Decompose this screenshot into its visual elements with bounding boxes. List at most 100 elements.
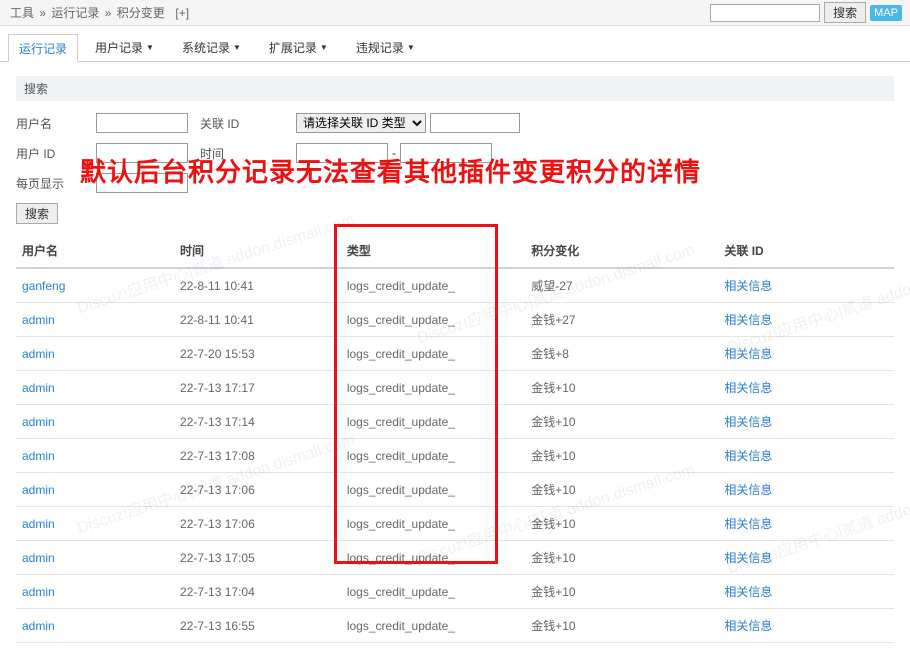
table-row: admin22-7-13 17:04logs_credit_update_金钱+…	[16, 575, 894, 609]
result-table: 用户名 时间 类型 积分变化 关联 ID ganfeng 22-8-11 10:4…	[16, 234, 894, 643]
breadcrumb-p3[interactable]: 积分变更	[117, 6, 165, 20]
col-time: 时间	[174, 234, 341, 268]
cell-type: logs_credit_update_	[341, 439, 525, 473]
cell-time: 22-8-11 10:41	[174, 268, 341, 303]
cell-time: 22-7-13 17:04	[174, 575, 341, 609]
topbar: 工具 » 运行记录 » 积分变更 [+] 搜索 MAP	[0, 0, 910, 26]
related-link[interactable]: 相关信息	[724, 483, 772, 497]
cell-time: 22-8-11 10:41	[174, 303, 341, 337]
col-relid: 关联 ID	[718, 234, 894, 268]
cell-time: 22-7-13 17:06	[174, 473, 341, 507]
nav-tabs: 运行记录用户记录▼系统记录▼扩展记录▼违规记录▼	[0, 26, 910, 62]
label-username: 用户名	[16, 115, 96, 132]
tab-2[interactable]: 系统记录▼	[171, 34, 252, 61]
cell-change: 金钱+27	[525, 303, 718, 337]
tab-label: 系统记录	[182, 39, 230, 56]
filter-search-button[interactable]: 搜索	[16, 203, 58, 224]
related-link[interactable]: 相关信息	[724, 279, 772, 293]
table-row: admin 22-7-13 17:06logs_credit_update_金钱+…	[16, 507, 894, 541]
chevron-down-icon: ▼	[233, 43, 241, 52]
col-change: 积分变化	[525, 234, 718, 268]
cell-change: 金钱+8	[525, 337, 718, 371]
label-relid: 关联 ID	[200, 115, 260, 132]
tab-0[interactable]: 运行记录	[8, 34, 78, 62]
cell-type: logs_credit_update_	[341, 303, 525, 337]
col-username: 用户名	[16, 234, 174, 268]
cell-change: 金钱+10	[525, 575, 718, 609]
cell-change: 金钱+10	[525, 439, 718, 473]
cell-time: 22-7-13 17:17	[174, 371, 341, 405]
table-row: admin22-7-13 16:55logs_credit_update_金钱+…	[16, 609, 894, 643]
breadcrumb-plus[interactable]: [+]	[175, 6, 189, 20]
table-row: admin 22-7-20 15:53logs_credit_update_金钱+…	[16, 337, 894, 371]
cell-type: logs_credit_update_	[341, 473, 525, 507]
col-type: 类型	[341, 234, 525, 268]
cell-type: logs_credit_update_	[341, 507, 525, 541]
cell-change: 金钱+10	[525, 371, 718, 405]
related-link[interactable]: 相关信息	[724, 585, 772, 599]
section-search-header: 搜索	[16, 76, 894, 101]
annotation-text: 默认后台积分记录无法查看其他插件变更积分的详情	[80, 152, 701, 189]
cell-type: logs_credit_update_	[341, 268, 525, 303]
global-search-button[interactable]: 搜索	[824, 2, 866, 23]
topbar-right: 搜索 MAP	[710, 2, 902, 23]
cell-username[interactable]: admin	[22, 483, 55, 497]
breadcrumb: 工具 » 运行记录 » 积分变更 [+]	[8, 4, 191, 21]
cell-type: logs_credit_update_	[341, 405, 525, 439]
cell-username[interactable]: admin	[22, 415, 55, 429]
tab-label: 运行记录	[19, 40, 67, 57]
cell-change: 威望-27	[525, 268, 718, 303]
table-row: admin 22-7-13 17:05logs_credit_update_金钱+…	[16, 541, 894, 575]
cell-time: 22-7-13 17:08	[174, 439, 341, 473]
cell-username[interactable]: admin	[22, 551, 55, 565]
cell-username[interactable]: ganfeng	[22, 279, 65, 293]
cell-username[interactable]: admin	[22, 517, 55, 531]
input-relid[interactable]	[430, 113, 520, 133]
cell-time: 22-7-13 17:14	[174, 405, 341, 439]
cell-username[interactable]: admin	[22, 381, 55, 395]
related-link[interactable]: 相关信息	[724, 449, 772, 463]
tab-4[interactable]: 违规记录▼	[345, 34, 426, 61]
cell-username[interactable]: admin	[22, 449, 55, 463]
cell-username[interactable]: admin	[22, 585, 55, 599]
related-link[interactable]: 相关信息	[724, 415, 772, 429]
cell-username[interactable]: admin	[22, 347, 55, 361]
tab-3[interactable]: 扩展记录▼	[258, 34, 339, 61]
cell-type: logs_credit_update_	[341, 371, 525, 405]
table-row: admin 22-8-11 10:41logs_credit_update_金钱+…	[16, 303, 894, 337]
related-link[interactable]: 相关信息	[724, 619, 772, 633]
map-tag[interactable]: MAP	[870, 5, 902, 21]
related-link[interactable]: 相关信息	[724, 347, 772, 361]
table-row: admin 22-7-13 17:14logs_credit_update_金钱+…	[16, 405, 894, 439]
cell-time: 22-7-20 15:53	[174, 337, 341, 371]
global-search-input[interactable]	[710, 4, 820, 22]
cell-time: 22-7-13 17:05	[174, 541, 341, 575]
cell-change: 金钱+10	[525, 473, 718, 507]
related-link[interactable]: 相关信息	[724, 551, 772, 565]
cell-username[interactable]: admin	[22, 313, 55, 327]
tab-label: 扩展记录	[269, 39, 317, 56]
chevron-down-icon: ▼	[320, 43, 328, 52]
table-row: admin 22-7-13 17:06logs_credit_update_金钱+…	[16, 473, 894, 507]
cell-username[interactable]: admin	[22, 619, 55, 633]
tab-label: 用户记录	[95, 39, 143, 56]
select-reltype[interactable]: 请选择关联 ID 类型 ▼	[296, 113, 426, 133]
cell-change: 金钱+10	[525, 507, 718, 541]
cell-change: 金钱+10	[525, 541, 718, 575]
breadcrumb-p1[interactable]: 工具	[10, 6, 34, 20]
cell-time: 22-7-13 16:55	[174, 609, 341, 643]
table-row: admin 22-7-13 17:08logs_credit_update_金钱+…	[16, 439, 894, 473]
related-link[interactable]: 相关信息	[724, 313, 772, 327]
related-link[interactable]: 相关信息	[724, 517, 772, 531]
cell-change: 金钱+10	[525, 609, 718, 643]
breadcrumb-p2[interactable]: 运行记录	[51, 6, 99, 20]
tab-label: 违规记录	[356, 39, 404, 56]
cell-type: logs_credit_update_	[341, 337, 525, 371]
cell-time: 22-7-13 17:06	[174, 507, 341, 541]
cell-type: logs_credit_update_	[341, 541, 525, 575]
table-row: ganfeng 22-8-11 10:41logs_credit_update_威…	[16, 268, 894, 303]
cell-change: 金钱+10	[525, 405, 718, 439]
related-link[interactable]: 相关信息	[724, 381, 772, 395]
input-username[interactable]	[96, 113, 188, 133]
tab-1[interactable]: 用户记录▼	[84, 34, 165, 61]
